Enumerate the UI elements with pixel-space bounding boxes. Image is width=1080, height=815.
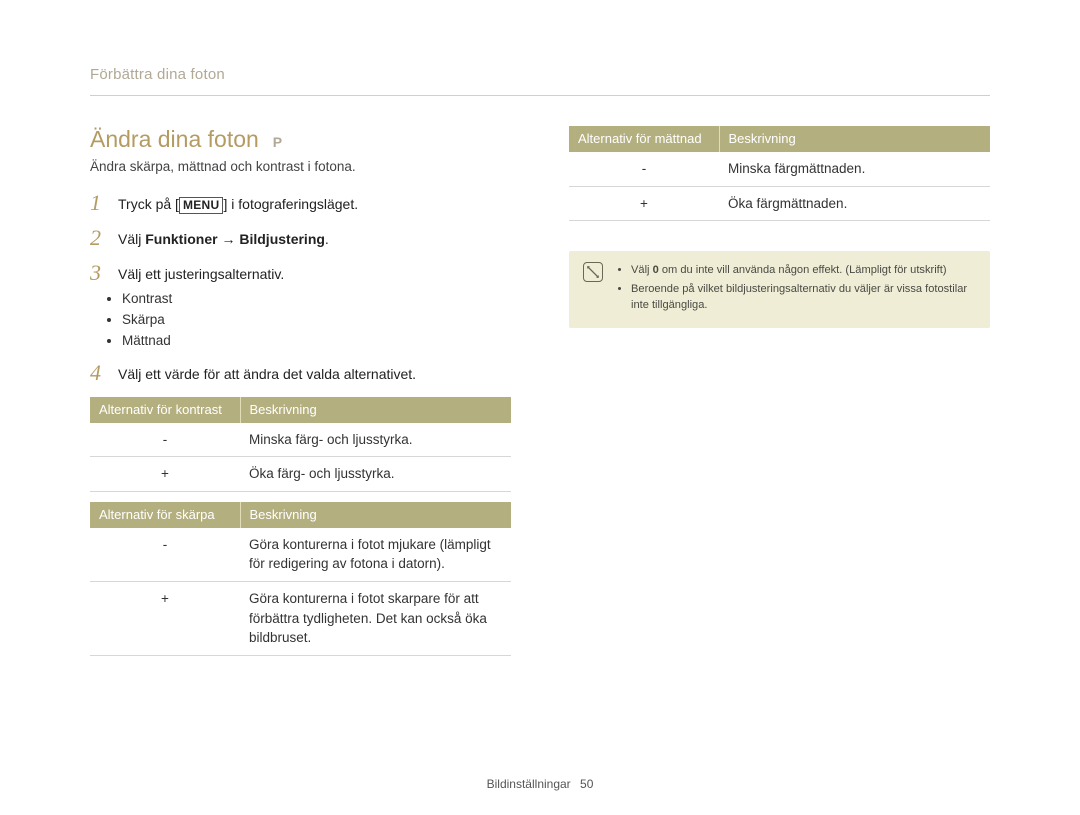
step-text-pre: Tryck på [	[118, 196, 179, 212]
table-header: Beskrivning	[719, 126, 990, 152]
note-icon	[583, 262, 603, 282]
step-text-bold: Funktioner	[145, 231, 217, 247]
table-row: - Göra konturerna i fotot mjukare (lämpl…	[90, 528, 511, 582]
table-header-row: Alternativ för skärpa Beskrivning	[90, 502, 511, 528]
step-1: 1 Tryck på [MENU] i fotograferingsläget.	[90, 192, 511, 215]
step-text: Välj ett justeringsalternativ.	[118, 262, 284, 285]
step-text-post: .	[325, 231, 329, 247]
table-header-row: Alternativ för kontrast Beskrivning	[90, 397, 511, 423]
table-cell-key: +	[569, 186, 719, 221]
note-text-pre: Välj	[631, 264, 653, 276]
step-text: Tryck på [MENU] i fotograferingsläget.	[118, 192, 358, 215]
table-cell-value: Göra konturerna i fotot mjukare (lämplig…	[240, 528, 511, 582]
mode-badge: P	[273, 134, 282, 150]
table-row: - Minska färg- och ljusstyrka.	[90, 423, 511, 457]
table-cell-value: Minska färg- och ljusstyrka.	[240, 423, 511, 457]
note-list: Välj 0 om du inte vill använda någon eff…	[615, 262, 976, 316]
note-item: Beroende på vilket bildjusteringsalterna…	[631, 281, 976, 314]
note-text-post: om du inte vill använda någon effekt. (L…	[659, 264, 947, 276]
step-text-post: ] i fotograferingsläget.	[223, 196, 358, 212]
footer-page-number: 50	[580, 777, 593, 791]
breadcrumb: Förbättra dina foton	[90, 66, 990, 96]
step-2: 2 Välj Funktioner → Bildjustering.	[90, 227, 511, 250]
adjustment-options-list: Kontrast Skärpa Mättnad	[90, 289, 511, 352]
note-item: Välj 0 om du inte vill använda någon eff…	[631, 262, 976, 279]
step-text-arrow: →	[218, 231, 240, 247]
table-cell-value: Öka färgmättnaden.	[719, 186, 990, 221]
table-row: + Öka färg- och ljusstyrka.	[90, 457, 511, 492]
table-cell-key: -	[90, 528, 240, 582]
step-text: Välj ett värde för att ändra det valda a…	[118, 362, 416, 385]
table-cell-key: +	[90, 582, 240, 656]
saturation-table: Alternativ för mättnad Beskrivning - Min…	[569, 126, 990, 221]
step-number: 1	[90, 192, 108, 214]
table-header-row: Alternativ för mättnad Beskrivning	[569, 126, 990, 152]
contrast-table: Alternativ för kontrast Beskrivning - Mi…	[90, 397, 511, 492]
step-number: 2	[90, 227, 108, 249]
list-item: Skärpa	[122, 310, 511, 331]
table-header: Alternativ för mättnad	[569, 126, 719, 152]
footer-section: Bildinställningar	[487, 777, 571, 791]
table-cell-value: Minska färgmättnaden.	[719, 152, 990, 186]
page-subtitle: Ändra skärpa, mättnad och kontrast i fot…	[90, 159, 511, 174]
table-cell-value: Göra konturerna i fotot skarpare för att…	[240, 582, 511, 656]
note-text-post: Beroende på vilket bildjusteringsalterna…	[631, 283, 967, 312]
menu-key-label: MENU	[179, 197, 224, 214]
table-cell-key: +	[90, 457, 240, 492]
list-item: Kontrast	[122, 289, 511, 310]
table-header: Beskrivning	[240, 397, 511, 423]
step-number: 4	[90, 362, 108, 384]
step-text-bold: Bildjustering	[239, 231, 325, 247]
table-cell-key: -	[90, 423, 240, 457]
table-header: Alternativ för skärpa	[90, 502, 240, 528]
left-column: Ändra dina foton P Ändra skärpa, mättnad…	[90, 126, 511, 666]
step-number: 3	[90, 262, 108, 284]
right-column: Alternativ för mättnad Beskrivning - Min…	[569, 126, 990, 666]
table-row: + Öka färgmättnaden.	[569, 186, 990, 221]
step-4: 4 Välj ett värde för att ändra det valda…	[90, 362, 511, 385]
note-box: Välj 0 om du inte vill använda någon eff…	[569, 251, 990, 328]
table-header: Beskrivning	[240, 502, 511, 528]
step-text: Välj Funktioner → Bildjustering.	[118, 227, 329, 250]
step-3: 3 Välj ett justeringsalternativ.	[90, 262, 511, 285]
table-cell-value: Öka färg- och ljusstyrka.	[240, 457, 511, 492]
page-title: Ändra dina foton	[90, 126, 259, 153]
page-footer: Bildinställningar 50	[0, 777, 1080, 791]
list-item: Mättnad	[122, 331, 511, 352]
two-column-layout: Ändra dina foton P Ändra skärpa, mättnad…	[90, 126, 990, 666]
table-row: + Göra konturerna i fotot skarpare för a…	[90, 582, 511, 656]
table-row: - Minska färgmättnaden.	[569, 152, 990, 186]
step-text-pre: Välj	[118, 231, 145, 247]
table-cell-key: -	[569, 152, 719, 186]
table-header: Alternativ för kontrast	[90, 397, 240, 423]
sharpness-table: Alternativ för skärpa Beskrivning - Göra…	[90, 502, 511, 656]
